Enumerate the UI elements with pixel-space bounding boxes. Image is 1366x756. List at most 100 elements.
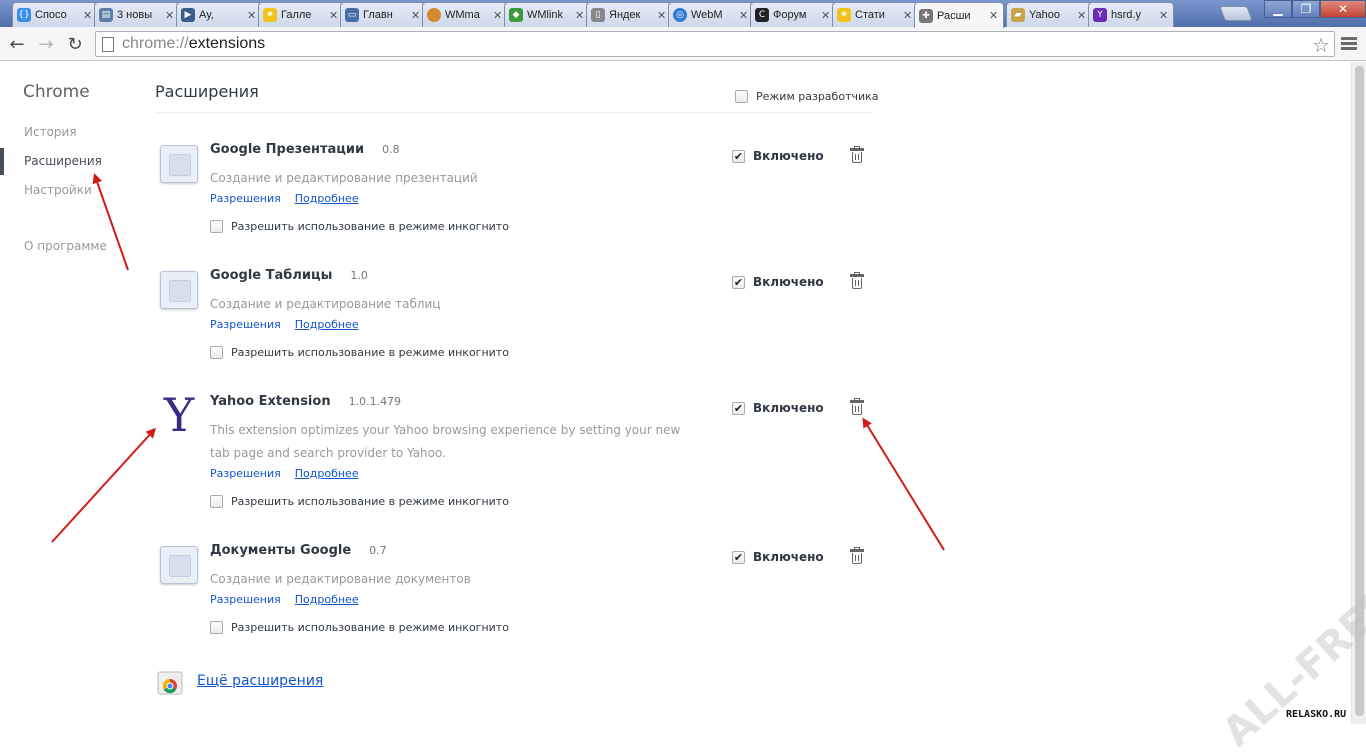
tab-13[interactable]: ▰ Yahoo ✕: [1006, 2, 1092, 27]
details-link[interactable]: Подробнее: [295, 318, 359, 331]
new-tab-button[interactable]: [1219, 6, 1253, 21]
incognito-checkbox[interactable]: [210, 220, 223, 233]
tab-6[interactable]: WMma ✕: [422, 2, 508, 27]
tab-4[interactable]: ✷ Галле ✕: [258, 2, 344, 27]
extension-description: This extension optimizes your Yahoo brow…: [210, 423, 681, 460]
close-icon[interactable]: ✕: [1159, 9, 1169, 22]
tab-10[interactable]: C Форум ✕: [750, 2, 836, 27]
star-icon: ✷: [837, 8, 851, 22]
close-icon[interactable]: ✕: [657, 9, 667, 22]
enabled-toggle[interactable]: ✔ Включено: [732, 149, 824, 163]
c-icon: C: [755, 8, 769, 22]
more-extensions-link[interactable]: Ещё расширения: [197, 673, 323, 689]
details-link[interactable]: Подробнее: [295, 593, 359, 606]
close-icon[interactable]: ✕: [989, 9, 999, 22]
permissions-link[interactable]: Разрешения: [210, 593, 281, 606]
permissions-link[interactable]: Разрешения: [210, 467, 281, 480]
sidebar-item-settings[interactable]: Настройки: [24, 183, 92, 197]
incognito-checkbox[interactable]: [210, 346, 223, 359]
forward-icon[interactable]: →: [34, 32, 58, 56]
annotation-arrows: [51, 173, 945, 551]
extension-icon: [160, 145, 198, 183]
incognito-option[interactable]: Разрешить использование в режиме инкогни…: [210, 495, 509, 508]
enabled-checkbox[interactable]: ✔: [732, 275, 745, 289]
tab-1[interactable]: {} Спосо ✕: [12, 2, 98, 27]
folder-icon: ▰: [1011, 8, 1025, 22]
permissions-link[interactable]: Разрешения: [210, 318, 281, 331]
window-icon: ▭: [345, 8, 359, 22]
close-icon[interactable]: ✕: [739, 9, 749, 22]
extension-name: Google Презентации: [210, 142, 365, 157]
incognito-option[interactable]: Разрешить использование в режиме инкогни…: [210, 220, 509, 233]
doc-icon: ▯: [591, 8, 605, 22]
sidebar-item-history[interactable]: История: [24, 125, 77, 139]
menu-icon[interactable]: [1341, 37, 1357, 52]
trash-icon[interactable]: [850, 272, 864, 289]
tab-11[interactable]: ✷ Стати ✕: [832, 2, 918, 27]
tab-3[interactable]: ▶ Ау, ✕: [176, 2, 262, 27]
close-icon[interactable]: ✕: [493, 9, 503, 22]
bookmark-star-icon[interactable]: ☆: [1312, 33, 1330, 58]
sidebar-item-about[interactable]: О программе: [24, 239, 107, 253]
close-icon[interactable]: ✕: [165, 9, 175, 22]
tab-extensions-active[interactable]: ✚ Расши ✕: [914, 2, 1004, 28]
details-link[interactable]: Подробнее: [295, 192, 359, 205]
trash-icon[interactable]: [850, 547, 864, 564]
annotation-arrow-trash: [862, 417, 945, 551]
trash-icon[interactable]: [850, 146, 864, 163]
sidebar-brand: Chrome: [23, 82, 90, 102]
page-icon: ▤: [99, 8, 113, 22]
enabled-checkbox[interactable]: ✔: [732, 550, 745, 564]
globe-icon: ◎: [673, 8, 687, 22]
close-icon[interactable]: ✕: [83, 9, 93, 22]
extension-version: 0.8: [382, 143, 400, 156]
details-link[interactable]: Подробнее: [295, 467, 359, 480]
tab-5[interactable]: ▭ Главн ✕: [340, 2, 426, 27]
incognito-checkbox[interactable]: [210, 621, 223, 634]
window-close-icon[interactable]: ✕: [1320, 0, 1366, 18]
developer-mode-toggle[interactable]: Режим разработчика: [735, 90, 879, 103]
enabled-toggle[interactable]: ✔ Включено: [732, 275, 824, 289]
minimize-icon[interactable]: ▁: [1264, 0, 1292, 18]
close-icon[interactable]: ✕: [329, 9, 339, 22]
enabled-checkbox[interactable]: ✔: [732, 401, 745, 415]
circle-icon: [427, 8, 441, 22]
enabled-checkbox[interactable]: ✔: [732, 149, 745, 163]
watermark-corner: RELASKO.RU: [1284, 709, 1349, 720]
trash-icon[interactable]: [850, 398, 864, 415]
incognito-option[interactable]: Разрешить использование в режиме инкогни…: [210, 621, 509, 634]
tab-9[interactable]: ◎ WebM ✕: [668, 2, 754, 27]
extension-description: Создание и редактирование документов: [210, 572, 471, 586]
tab-2[interactable]: ▤ 3 новы ✕: [94, 2, 180, 27]
incognito-option[interactable]: Разрешить использование в режиме инкогни…: [210, 346, 509, 359]
yahoo-icon: Y: [1093, 8, 1107, 22]
incognito-checkbox[interactable]: [210, 495, 223, 508]
close-icon[interactable]: ✕: [903, 9, 913, 22]
extension-name: Документы Google: [210, 543, 352, 558]
enabled-toggle[interactable]: ✔ Включено: [732, 401, 824, 415]
divider: [155, 112, 873, 113]
tab-strip: {} Спосо ✕ ▤ 3 новы ✕ ▶ Ау, ✕ ✷ Галле ✕ ▭ Главн ✕ …: [0, 0, 1366, 28]
extension-name: Yahoo Extension: [210, 394, 331, 409]
close-icon[interactable]: ✕: [247, 9, 257, 22]
webstore-icon: [157, 671, 183, 695]
bracket-icon: {}: [17, 8, 31, 22]
tab-8[interactable]: ▯ Яндек ✕: [586, 2, 672, 27]
sidebar-item-extensions[interactable]: Расширения: [24, 154, 102, 168]
permissions-link[interactable]: Разрешения: [210, 192, 281, 205]
back-icon[interactable]: ←: [5, 32, 29, 56]
reload-icon[interactable]: ↻: [63, 32, 87, 56]
selected-indicator: [0, 148, 4, 175]
close-icon[interactable]: ✕: [1077, 9, 1087, 22]
restore-icon[interactable]: ❐: [1292, 0, 1320, 18]
tab-14[interactable]: Yhsrd.y ✕: [1088, 2, 1174, 27]
address-bar[interactable]: chrome://extensions ☆: [95, 31, 1335, 57]
enabled-toggle[interactable]: ✔ Включено: [732, 550, 824, 564]
close-icon[interactable]: ✕: [821, 9, 831, 22]
extension-version: 0.7: [369, 544, 387, 557]
developer-mode-checkbox[interactable]: [735, 90, 748, 103]
close-icon[interactable]: ✕: [411, 9, 421, 22]
green-icon: ◆: [509, 8, 523, 22]
close-icon[interactable]: ✕: [575, 9, 585, 22]
tab-7[interactable]: ◆ WMlink ✕: [504, 2, 590, 27]
